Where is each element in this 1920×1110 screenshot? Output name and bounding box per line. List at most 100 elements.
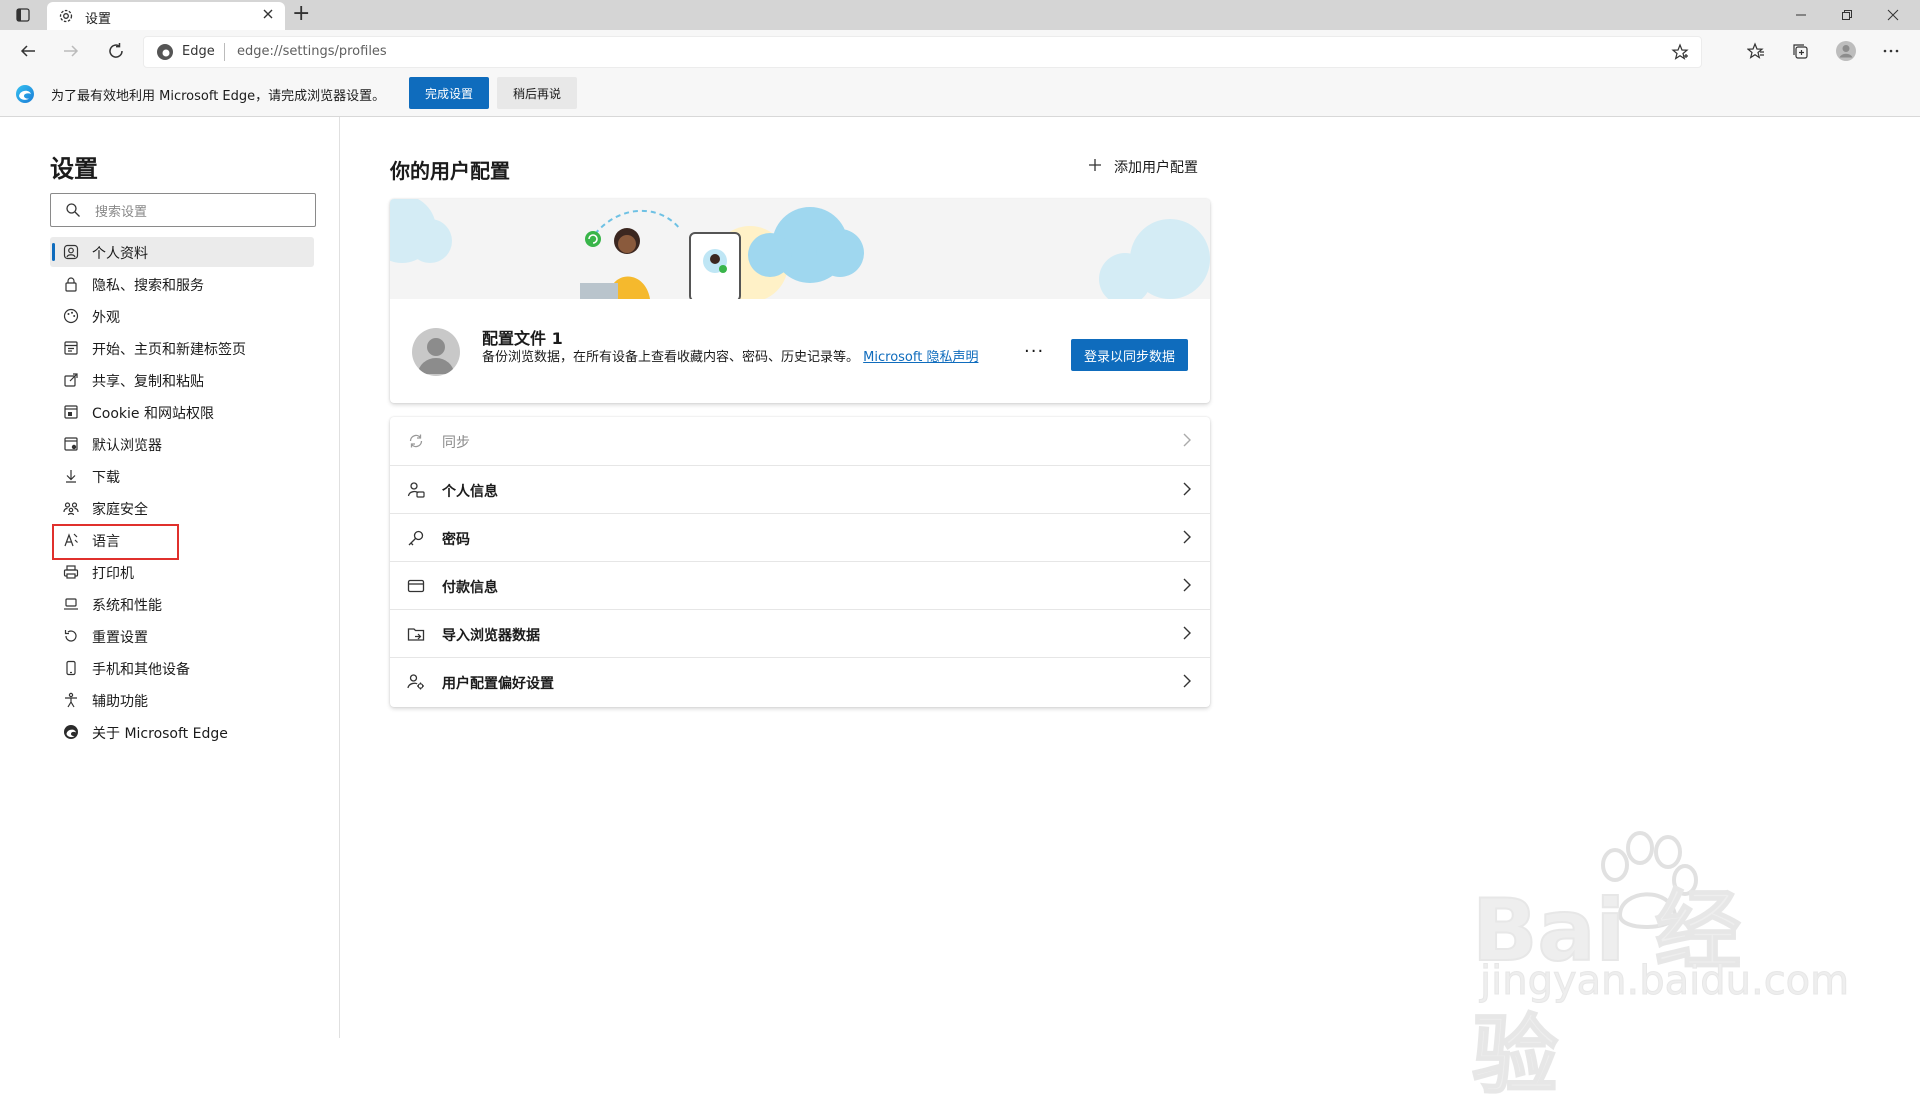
- more-actions-button[interactable]: ···: [1024, 341, 1044, 362]
- search-settings-input[interactable]: 搜索设置: [50, 193, 316, 227]
- gear-icon: [58, 8, 74, 28]
- profile-avatar-icon[interactable]: [1831, 36, 1861, 66]
- laptop-icon: [62, 595, 80, 613]
- list-item-import-data[interactable]: 导入浏览器数据: [390, 609, 1210, 658]
- chevron-right-icon: [1182, 529, 1192, 549]
- sidebar-item-reset[interactable]: 重置设置: [50, 621, 314, 651]
- setup-infobar: 为了最有效地利用 Microsoft Edge，请完成浏览器设置。 完成设置 稍…: [0, 72, 1920, 117]
- sidebar-item-label: 关于 Microsoft Edge: [92, 726, 228, 742]
- sidebar-item-label: Cookie 和网站权限: [92, 406, 214, 422]
- privacy-statement-link[interactable]: Microsoft 隐私声明: [863, 350, 978, 365]
- address-toolbar: Edge edge://settings/profiles: [0, 30, 1920, 72]
- add-profile-label: 添加用户配置: [1114, 160, 1198, 176]
- sidebar-item-phone[interactable]: 手机和其他设备: [50, 653, 314, 683]
- minimize-icon[interactable]: [1778, 0, 1824, 30]
- sidebar-item-label: 开始、主页和新建标签页: [92, 342, 246, 358]
- address-divider: [224, 43, 225, 61]
- sidebar-item-label: 重置设置: [92, 630, 148, 646]
- sidebar-item-accessibility[interactable]: 辅助功能: [50, 685, 314, 715]
- sidebar-title: 设置: [50, 155, 98, 183]
- watermark-sub: jingyan.baidu.com: [1479, 958, 1850, 1005]
- url-text[interactable]: edge://settings/profiles: [237, 44, 387, 59]
- new-tab-button[interactable]: +: [292, 1, 310, 26]
- infobar-message: 为了最有效地利用 Microsoft Edge，请完成浏览器设置。: [51, 89, 386, 104]
- avatar: [412, 328, 460, 376]
- complete-setup-button[interactable]: 完成设置: [409, 77, 489, 109]
- import-icon: [406, 624, 426, 644]
- profile-name: 配置文件 1: [482, 329, 563, 348]
- search-icon: [65, 202, 81, 222]
- chevron-right-icon: [1182, 673, 1192, 693]
- edge-icon: [62, 723, 80, 741]
- sidebar-item-label: 默认浏览器: [92, 438, 162, 454]
- close-tab-icon[interactable]: [261, 7, 275, 25]
- lock-icon: [62, 275, 80, 293]
- sidebar-item-privacy[interactable]: 隐私、搜索和服务: [50, 269, 314, 299]
- tab-title: 设置: [85, 12, 112, 27]
- sidebar-item-label: 共享、复制和粘贴: [92, 374, 204, 390]
- search-placeholder: 搜索设置: [95, 205, 148, 220]
- person-info-icon: [406, 480, 426, 500]
- sidebar-item-share[interactable]: 共享、复制和粘贴: [50, 365, 314, 395]
- download-icon: [62, 467, 80, 485]
- back-icon[interactable]: [13, 36, 43, 66]
- tab-bar: 设置 +: [0, 0, 1920, 30]
- more-options-icon[interactable]: [1876, 36, 1906, 66]
- profile-icon: [62, 243, 80, 261]
- edge-icon: [15, 84, 35, 108]
- restore-icon[interactable]: [1824, 0, 1870, 30]
- collections-icon[interactable]: [1785, 36, 1815, 66]
- favorites-icon[interactable]: [1741, 36, 1771, 66]
- chevron-right-icon: [1182, 432, 1192, 452]
- close-window-icon[interactable]: [1870, 0, 1916, 30]
- add-profile-button[interactable]: 添加用户配置: [1088, 156, 1198, 178]
- sidebar-item-system[interactable]: 系统和性能: [50, 589, 314, 619]
- printer-icon: [62, 563, 80, 581]
- list-item-label: 用户配置偏好设置: [442, 676, 554, 692]
- sidebar-item-downloads[interactable]: 下载: [50, 461, 314, 491]
- list-item-sync[interactable]: 同步: [390, 417, 1210, 465]
- sidebar-item-cookies[interactable]: Cookie 和网站权限: [50, 397, 314, 427]
- chevron-right-icon: [1182, 625, 1192, 645]
- sidebar-item-label: 系统和性能: [92, 598, 162, 614]
- sidebar-item-label: 辅助功能: [92, 694, 148, 710]
- site-identity-label: Edge: [182, 44, 215, 59]
- browser-icon: [62, 435, 80, 453]
- forward-icon[interactable]: [56, 36, 86, 66]
- sidebar-item-label: 打印机: [92, 566, 134, 582]
- later-button[interactable]: 稍后再说: [497, 77, 577, 109]
- list-item-personal-info[interactable]: 个人信息: [390, 465, 1210, 514]
- sign-in-sync-button[interactable]: 登录以同步数据: [1071, 339, 1188, 371]
- sidebar-item-printers[interactable]: 打印机: [50, 557, 314, 587]
- list-item-passwords[interactable]: 密码: [390, 513, 1210, 562]
- sidebar-item-profiles[interactable]: 个人资料: [50, 237, 314, 267]
- card-icon: [406, 576, 426, 596]
- sidebar-item-default-browser[interactable]: 默认浏览器: [50, 429, 314, 459]
- add-favorite-icon[interactable]: [1671, 43, 1689, 65]
- family-icon: [62, 499, 80, 517]
- chevron-right-icon: [1182, 481, 1192, 501]
- profile-card: 配置文件 1 备份浏览数据，在所有设备上查看收藏内容、密码、历史记录等。 Mic…: [390, 199, 1210, 403]
- tab-settings[interactable]: 设置: [47, 2, 285, 30]
- tab-actions-icon[interactable]: [8, 0, 38, 30]
- share-icon: [62, 371, 80, 389]
- profile-description: 备份浏览数据，在所有设备上查看收藏内容、密码、历史记录等。 Microsoft …: [482, 348, 1002, 368]
- list-item-label: 密码: [442, 532, 470, 548]
- sidebar-item-start-home[interactable]: 开始、主页和新建标签页: [50, 333, 314, 363]
- list-item-label: 个人信息: [442, 484, 498, 500]
- address-bar[interactable]: Edge edge://settings/profiles: [143, 36, 1702, 68]
- home-icon: [62, 339, 80, 357]
- list-item-payment-info[interactable]: 付款信息: [390, 561, 1210, 610]
- sidebar-item-label: 外观: [92, 310, 120, 326]
- sidebar-item-appearance[interactable]: 外观: [50, 301, 314, 331]
- profile-description-text: 备份浏览数据，在所有设备上查看收藏内容、密码、历史记录等。: [482, 350, 860, 365]
- page-title: 你的用户配置: [390, 159, 510, 183]
- baidu-watermark: Bai 经验 jingyan.baidu.com: [1460, 830, 1850, 1107]
- profile-prefs-icon: [406, 672, 426, 692]
- sidebar-item-family[interactable]: 家庭安全: [50, 493, 314, 523]
- sidebar-item-about[interactable]: 关于 Microsoft Edge: [50, 717, 314, 747]
- list-item-profile-preferences[interactable]: 用户配置偏好设置: [390, 657, 1210, 706]
- appearance-icon: [62, 307, 80, 325]
- refresh-icon[interactable]: [101, 36, 131, 66]
- sidebar-item-label: 隐私、搜索和服务: [92, 278, 204, 294]
